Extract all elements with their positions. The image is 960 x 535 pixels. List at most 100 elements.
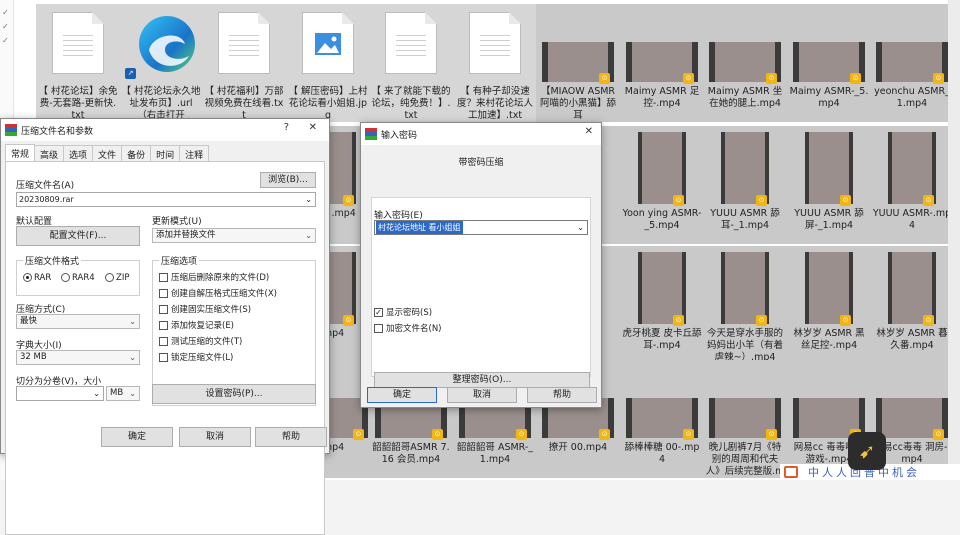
archive-name-label: 压缩文件名(A) bbox=[16, 181, 75, 191]
media-badge-icon: ⊙ bbox=[599, 429, 610, 440]
video-file-tile[interactable]: ⊙ 今天是穿水手服的妈妈出小羊（有着虐辣~）.mp4 bbox=[703, 246, 787, 364]
file-name: 晚儿剧裤7月《特别的周周和代夫人》后续完整版.mp4 bbox=[705, 442, 785, 477]
explorer-scrollbar[interactable] bbox=[948, 0, 960, 480]
radio-icon bbox=[105, 273, 114, 282]
close-icon[interactable]: ✕ bbox=[585, 126, 593, 137]
video-file-tile[interactable]: ⊙ Yoon ying ASMR-_5.mp4 bbox=[620, 126, 704, 244]
video-file-tile[interactable]: ⊙ 林岁岁 ASMR 暮久番.mp4 bbox=[870, 246, 954, 364]
file-tile[interactable]: 【 村花论坛】余免费-无套路-更新快.txt bbox=[36, 4, 120, 122]
radio-rar4-label: RAR4 bbox=[72, 273, 95, 283]
option-label: 压缩后删除原来的文件(D) bbox=[171, 273, 270, 283]
video-thumbnail: ⊙ bbox=[805, 252, 853, 326]
file-name: 韶韶韶哥 ASMR-_1.mp4 bbox=[456, 442, 534, 465]
video-file-tile[interactable]: ⊙ yeonchu ASMR_1.mp4 bbox=[870, 4, 954, 122]
chevron-down-icon[interactable]: ⌄ bbox=[305, 193, 312, 206]
option-test[interactable]: 测试压缩的文件(T) bbox=[159, 335, 242, 347]
option-lock[interactable]: 锁定压缩文件(L) bbox=[159, 351, 233, 363]
pw-cancel-button[interactable]: 取消 bbox=[447, 387, 517, 403]
video-file-tile[interactable]: ⊙ 晚儿剧裤7月《特别的周周和代夫人》后续完整版.mp4 bbox=[703, 360, 787, 478]
video-thumbnail: ⊙ bbox=[888, 252, 936, 326]
option-label: 创建自解压格式压缩文件(X) bbox=[171, 289, 277, 299]
file-name: 韶韶韶哥ASMR 7.16 会员.mp4 bbox=[372, 442, 450, 465]
file-name: 【MIAOW ASMR阿喵的小黑猫】舔耳 bbox=[539, 86, 616, 121]
file-name: Maimy ASMR-_5.mp4 bbox=[789, 86, 869, 109]
radio-rar[interactable]: RAR bbox=[23, 273, 51, 283]
video-file-tile[interactable]: ⊙ Maimy ASMR 坐在她的腿上.mp4 bbox=[703, 4, 787, 122]
close-icon[interactable]: ✕ bbox=[309, 122, 317, 133]
video-thumbnail: ⊙ bbox=[888, 132, 936, 206]
option-sfx[interactable]: 创建自解压格式压缩文件(X) bbox=[159, 287, 277, 299]
file-tile[interactable]: 【 来了就能下载的论坛，纯免费！】.txt bbox=[369, 4, 453, 122]
file-tile[interactable]: 【 解压密码】上村花论坛看小姐姐.jpg bbox=[286, 4, 370, 122]
archive-name-field[interactable]: 20230809.rar ⌄ bbox=[16, 192, 316, 207]
cancel-button[interactable]: 取消 bbox=[179, 427, 251, 447]
video-thumbnail: ⊙ bbox=[805, 132, 853, 206]
file-name: 今天是穿水手服的妈妈出小羊（有着虐辣~）.mp4 bbox=[706, 328, 783, 363]
file-name: YUUU ASMR-.mp4 bbox=[872, 208, 952, 231]
video-file-tile[interactable]: ⊙ Maimy ASMR-_5.mp4 bbox=[787, 4, 871, 122]
profiles-button[interactable]: 配置文件(F)... bbox=[16, 226, 140, 246]
video-file-tile[interactable]: ⊙ 虎牙桃夏 皮卡丘舔耳-.mp4 bbox=[620, 246, 704, 364]
ok-button[interactable]: 确定 bbox=[101, 427, 173, 447]
video-file-tile[interactable]: ⊙ YUUU ASMR-.mp4 bbox=[870, 126, 954, 244]
split-unit-select[interactable]: MB ⌄ bbox=[106, 386, 140, 401]
pw-help-button[interactable]: 帮助 bbox=[527, 387, 597, 403]
show-password-checkbox[interactable]: ✓ 显示密码(S) bbox=[374, 306, 432, 318]
video-file-tile[interactable]: ⊙ 舔棒棒糖 00-.mp4 bbox=[620, 360, 704, 478]
pw-ok-button[interactable]: 确定 bbox=[367, 387, 437, 403]
option-label: 锁定压缩文件(L) bbox=[171, 353, 234, 363]
file-lines bbox=[229, 35, 259, 59]
radio-zip[interactable]: ZIP bbox=[105, 273, 129, 283]
dict-value: 32 MB bbox=[20, 352, 47, 362]
gutter-check-icon: ✓ bbox=[2, 8, 9, 17]
video-thumbnail: ⊙ bbox=[542, 42, 614, 84]
help-title-button[interactable]: ? bbox=[284, 122, 289, 133]
media-badge-icon: ⊙ bbox=[343, 315, 354, 326]
media-badge-icon: ⊙ bbox=[432, 429, 443, 440]
file-lines bbox=[63, 35, 93, 59]
media-badge-icon: ⊙ bbox=[840, 315, 851, 326]
video-file-tile[interactable]: ⊙ 【MIAOW ASMR阿喵的小黑猫】舔耳 bbox=[536, 4, 620, 122]
general-panel: 压缩文件名(A) 浏览(B)... 20230809.rar ⌄ 默认配置 配置文… bbox=[5, 161, 325, 535]
file-name: YUUU ASMR 舔屏-_1.mp4 bbox=[794, 208, 864, 231]
chevron-down-icon: ⌄ bbox=[129, 317, 136, 326]
media-badge-icon: ⊙ bbox=[923, 195, 934, 206]
chevron-down-icon[interactable]: ⌄ bbox=[577, 221, 584, 234]
password-titlebar: 输入密码 ✕ bbox=[361, 123, 601, 145]
option-solid[interactable]: 创建固实压缩文件(S) bbox=[159, 303, 251, 315]
split-size-field[interactable]: ⌄ bbox=[16, 386, 104, 401]
password-value: 村花论坛地址 看小姐姐 bbox=[376, 221, 463, 234]
image-file-icon bbox=[302, 12, 354, 74]
help-button[interactable]: 帮助 bbox=[255, 427, 327, 447]
password-input[interactable]: 村花论坛地址 看小姐姐 ⌄ bbox=[374, 220, 588, 235]
media-badge-icon: ⊙ bbox=[766, 73, 777, 84]
method-select[interactable]: 最快 ⌄ bbox=[16, 314, 140, 329]
encrypt-names-checkbox[interactable]: 加密文件名(N) bbox=[374, 322, 442, 334]
video-file-tile[interactable]: ⊙ YUUU ASMR 舔屏-_1.mp4 bbox=[787, 126, 871, 244]
video-thumbnail: ⊙ bbox=[876, 42, 948, 84]
file-tile[interactable]: ↗ 【 村花论坛永久地址发布页】.url（右击打开 bbox=[119, 4, 203, 122]
option-delete-after[interactable]: 压缩后删除原来的文件(D) bbox=[159, 271, 269, 283]
video-file-tile[interactable]: ⊙ YUUU ASMR 舔耳-_1.mp4 bbox=[703, 126, 787, 244]
video-file-tile[interactable]: ⊙ Maimy ASMR 足控-.mp4 bbox=[620, 4, 704, 122]
browse-button[interactable]: 浏览(B)... bbox=[260, 172, 316, 188]
organize-passwords-button[interactable]: 整理密码(O)... bbox=[374, 372, 590, 388]
file-tile[interactable]: 【 村花福利】万部视频免费在线看.txt bbox=[202, 4, 286, 122]
chevron-down-icon[interactable]: ⌄ bbox=[93, 387, 100, 400]
radio-rar4[interactable]: RAR4 bbox=[61, 273, 95, 283]
option-recovery[interactable]: 添加恢复记录(E) bbox=[159, 319, 234, 331]
shortcut-arrow-icon: ↗ bbox=[125, 68, 136, 79]
media-badge-icon: ⊙ bbox=[933, 73, 944, 84]
chevron-down-icon: ⌄ bbox=[129, 353, 136, 362]
set-password-button[interactable]: 设置密码(P)... bbox=[152, 384, 316, 404]
video-thumbnail: ⊙ bbox=[638, 252, 686, 326]
update-mode-value: 添加并替换文件 bbox=[156, 230, 216, 240]
dict-select[interactable]: 32 MB ⌄ bbox=[16, 350, 140, 365]
file-name: 舔棒棒糖 00-.mp4 bbox=[624, 442, 700, 465]
video-thumbnail: ⊙ bbox=[793, 42, 865, 84]
video-file-tile[interactable]: ⊙ 林岁岁 ASMR 黑丝足控-.mp4 bbox=[787, 246, 871, 364]
video-thumbnail: ⊙ bbox=[876, 398, 948, 440]
file-tile[interactable]: 【 有种子却没速度？来村花论坛人工加速】.txt bbox=[453, 4, 537, 122]
file-name: 虎牙桃夏 皮卡丘舔耳-.mp4 bbox=[622, 328, 702, 351]
update-mode-select[interactable]: 添加并替换文件 ⌄ bbox=[152, 228, 316, 243]
